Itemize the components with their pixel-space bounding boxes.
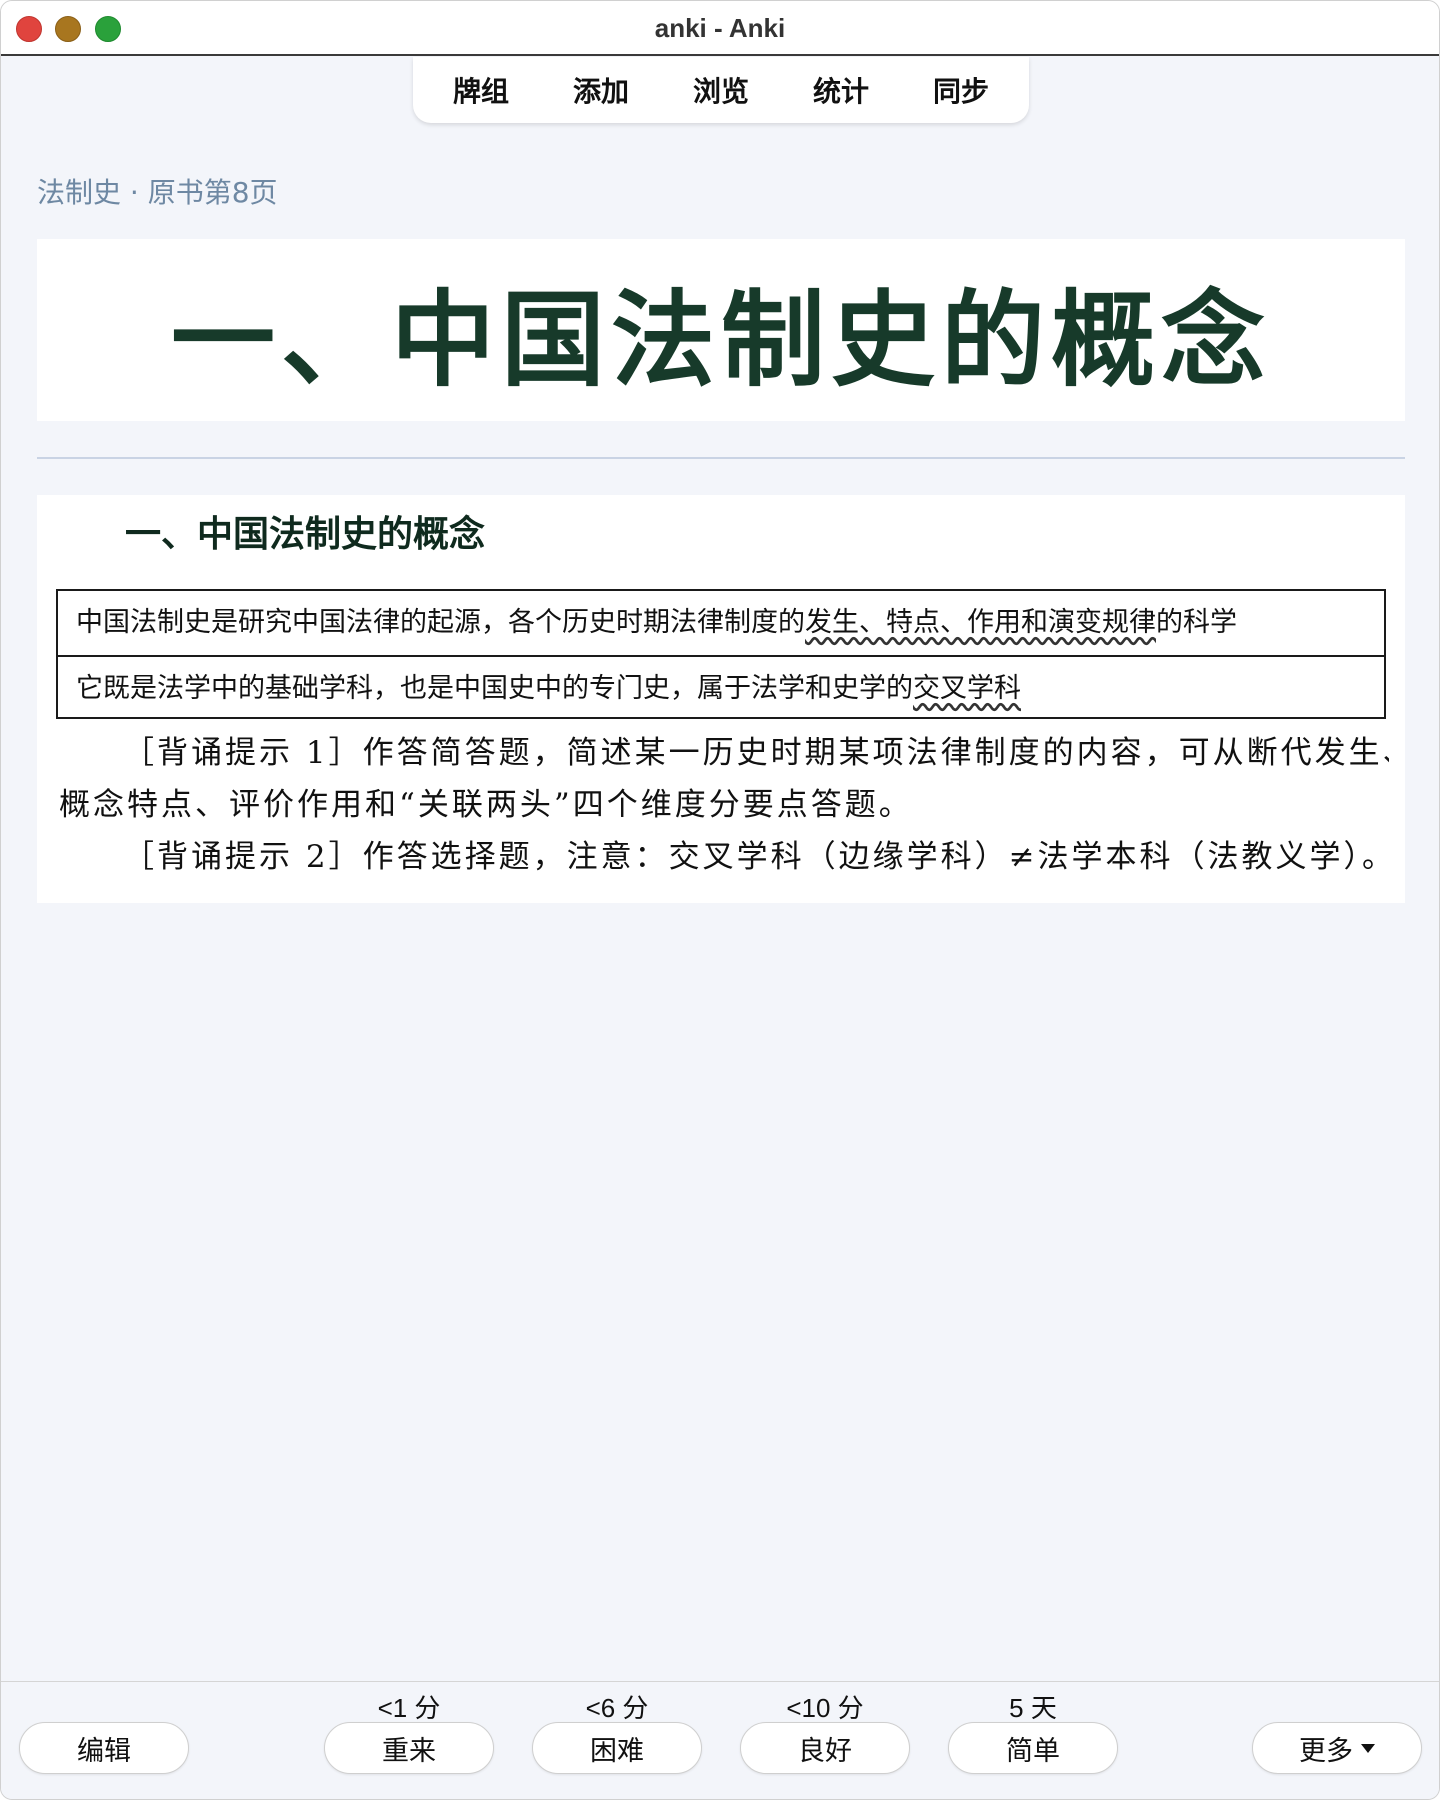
row-highlight: 交叉学科 [913, 673, 1021, 704]
toolbar-add[interactable]: 添加 [541, 70, 661, 110]
banner-title: 一、中国法制史的概念 [170, 278, 1271, 401]
edit-button[interactable]: 编辑 [19, 1722, 189, 1774]
card-front-image: 一、中国法制史的概念 [37, 239, 1405, 421]
answer-divider [37, 457, 1405, 459]
toolbar-decks[interactable]: 牌组 [421, 70, 541, 110]
toolbar-stats[interactable]: 统计 [781, 70, 901, 110]
row-text: 的科学 [1156, 607, 1237, 638]
row-text: 中国法制史是研究中国法律的起源，各个历史时期法律制度的 [76, 607, 805, 638]
toolbar-sync[interactable]: 同步 [901, 70, 1021, 110]
hard-interval: <6 分 [585, 1693, 649, 1723]
toolbar-browse[interactable]: 浏览 [661, 70, 781, 110]
again-interval: <1 分 [377, 1693, 441, 1723]
memo-tip-1-continued: 概念特点、评价作用和“关联两头”四个维度分要点答题。 [59, 787, 913, 823]
card-breadcrumb: 法制史 · 原书第8页 [37, 176, 278, 209]
main-toolbar: 牌组 添加 浏览 统计 同步 [413, 57, 1029, 123]
good-interval: <10 分 [786, 1693, 864, 1723]
definition-table: 中国法制史是研究中国法律的起源，各个历史时期法律制度的发生、特点、作用和演变规律… [56, 589, 1386, 719]
card-back-image: 一、中国法制史的概念 中国法制史是研究中国法律的起源，各个历史时期法律制度的发生… [37, 495, 1405, 903]
easy-button[interactable]: 简单 [948, 1722, 1118, 1774]
again-button[interactable]: 重来 [324, 1722, 494, 1774]
window-title: anki - Anki [654, 13, 786, 43]
more-button[interactable]: 更多 [1252, 1722, 1422, 1774]
easy-interval: 5 天 [1009, 1693, 1057, 1723]
row-highlight: 发生、特点、作用和演变规律 [805, 607, 1156, 638]
section-title: 一、中国法制史的概念 [125, 514, 486, 555]
anki-window: anki - Anki 牌组 添加 浏览 统计 同步 法制史 · 原书第8页 一… [0, 0, 1440, 1800]
good-button[interactable]: 良好 [740, 1722, 910, 1774]
more-label: 更多 [1299, 1735, 1353, 1767]
title-bar: anki - Anki [1, 1, 1439, 56]
answer-bar: 编辑 <1 分 重来 <6 分 困难 <10 分 良好 5 天 简单 更多 [1, 1681, 1439, 1799]
hard-button[interactable]: 困难 [532, 1722, 702, 1774]
row-text: 它既是法学中的基础学科，也是中国史中的专门史，属于法学和史学的 [76, 673, 913, 704]
definition-row: 中国法制史是研究中国法律的起源，各个历史时期法律制度的发生、特点、作用和演变规律… [58, 591, 1384, 655]
memo-tip-1: ［背诵提示 1］作答简答题，简述某一历史时期某项法律制度的内容，可从断代发生、 [123, 735, 1389, 771]
memo-tip-2: ［背诵提示 2］作答选择题，注意：交叉学科（边缘学科）≠法学本科（法教义学）。 [123, 839, 1389, 875]
definition-row: 它既是法学中的基础学科，也是中国史中的专门史，属于法学和史学的交叉学科 [58, 655, 1384, 719]
chevron-down-icon [1361, 1743, 1375, 1753]
